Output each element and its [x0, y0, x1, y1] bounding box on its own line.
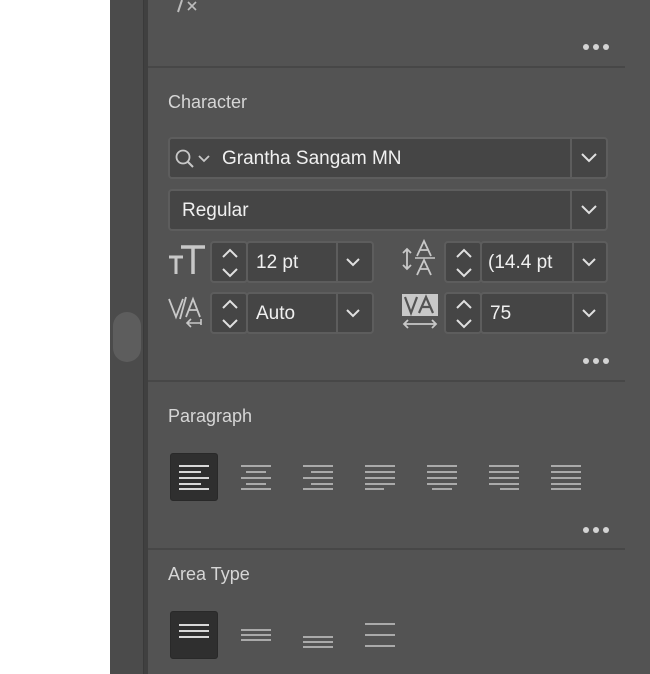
- chevron-down-icon[interactable]: [580, 152, 598, 164]
- align-right-icon: [303, 465, 333, 490]
- vertical-align-justify-icon: [365, 623, 395, 647]
- leading-field[interactable]: (14.4 pt: [480, 241, 608, 283]
- font-size-field[interactable]: 12 pt: [246, 241, 374, 283]
- align-center-icon: [241, 465, 271, 490]
- font-style-field[interactable]: Regular: [168, 189, 608, 231]
- tracking-field[interactable]: 75: [480, 292, 608, 334]
- chevron-down-icon[interactable]: [580, 204, 598, 216]
- section-separator: [148, 380, 625, 382]
- font-family-field[interactable]: Grantha Sangam MN: [168, 137, 608, 179]
- kerning-field[interactable]: Auto: [246, 292, 374, 334]
- font-size-value: 12 pt: [256, 252, 299, 273]
- align-left-icon: [179, 465, 209, 490]
- justify-last-left-icon: [365, 465, 395, 490]
- chevron-down-icon[interactable]: [581, 257, 597, 268]
- clear-formatting-icon[interactable]: [176, 0, 216, 14]
- tracking-stepper[interactable]: [444, 292, 482, 334]
- field-divider: [570, 139, 572, 177]
- justify-last-center-icon: [427, 465, 457, 490]
- field-divider: [336, 243, 338, 281]
- more-options-button-top[interactable]: [580, 41, 612, 53]
- align-right-button[interactable]: [294, 453, 342, 501]
- field-divider: [570, 191, 572, 229]
- justify-last-right-icon: [489, 465, 519, 490]
- scrollbar-thumb[interactable]: [113, 312, 141, 362]
- stepper-arrows-icon[interactable]: [220, 298, 240, 330]
- justify-last-right-button[interactable]: [480, 453, 528, 501]
- font-size-icon: [169, 245, 205, 274]
- vertical-align-center-icon: [241, 629, 271, 641]
- area-type-section-title: Area Type: [168, 564, 250, 584]
- vertical-align-bottom-icon: [303, 636, 333, 648]
- area-align-top-button[interactable]: [170, 611, 218, 659]
- justify-all-button[interactable]: [542, 453, 590, 501]
- field-divider: [572, 294, 574, 332]
- tracking-value: 75: [490, 303, 512, 324]
- kerning-value: Auto: [256, 303, 296, 324]
- area-align-center-button[interactable]: [232, 611, 280, 659]
- stepper-arrows-icon[interactable]: [454, 247, 474, 279]
- align-center-button[interactable]: [232, 453, 280, 501]
- panel-right-margin: [625, 0, 650, 674]
- font-family-value: Grantha Sangam MN: [222, 148, 402, 169]
- leading-value: (14.4 pt: [488, 252, 553, 273]
- leading-icon: [402, 239, 435, 276]
- vertical-align-top-icon: [179, 624, 209, 638]
- chevron-down-icon[interactable]: [345, 257, 361, 268]
- kerning-stepper[interactable]: [210, 292, 248, 334]
- character-more-options-button[interactable]: [580, 355, 612, 367]
- justify-all-icon: [551, 465, 581, 490]
- paragraph-more-options-button[interactable]: [580, 524, 612, 536]
- section-separator: [148, 548, 625, 550]
- search-icon[interactable]: [174, 148, 214, 170]
- justify-last-center-button[interactable]: [418, 453, 466, 501]
- stepper-arrows-icon[interactable]: [454, 298, 474, 330]
- kerning-icon: [168, 296, 202, 328]
- chevron-down-icon[interactable]: [581, 308, 597, 319]
- tracking-icon: [402, 294, 438, 329]
- field-divider: [572, 243, 574, 281]
- font-style-value: Regular: [182, 200, 249, 221]
- font-size-stepper[interactable]: [210, 241, 248, 283]
- chevron-down-icon[interactable]: [345, 308, 361, 319]
- section-separator: [148, 66, 625, 68]
- area-align-justify-button[interactable]: [356, 611, 404, 659]
- stepper-arrows-icon[interactable]: [220, 247, 240, 279]
- character-section-title: Character: [168, 92, 248, 112]
- area-align-bottom-button[interactable]: [294, 611, 342, 659]
- leading-stepper[interactable]: [444, 241, 482, 283]
- paragraph-section-title: Paragraph: [168, 406, 253, 426]
- justify-last-left-button[interactable]: [356, 453, 404, 501]
- field-divider: [336, 294, 338, 332]
- align-left-button[interactable]: [170, 453, 218, 501]
